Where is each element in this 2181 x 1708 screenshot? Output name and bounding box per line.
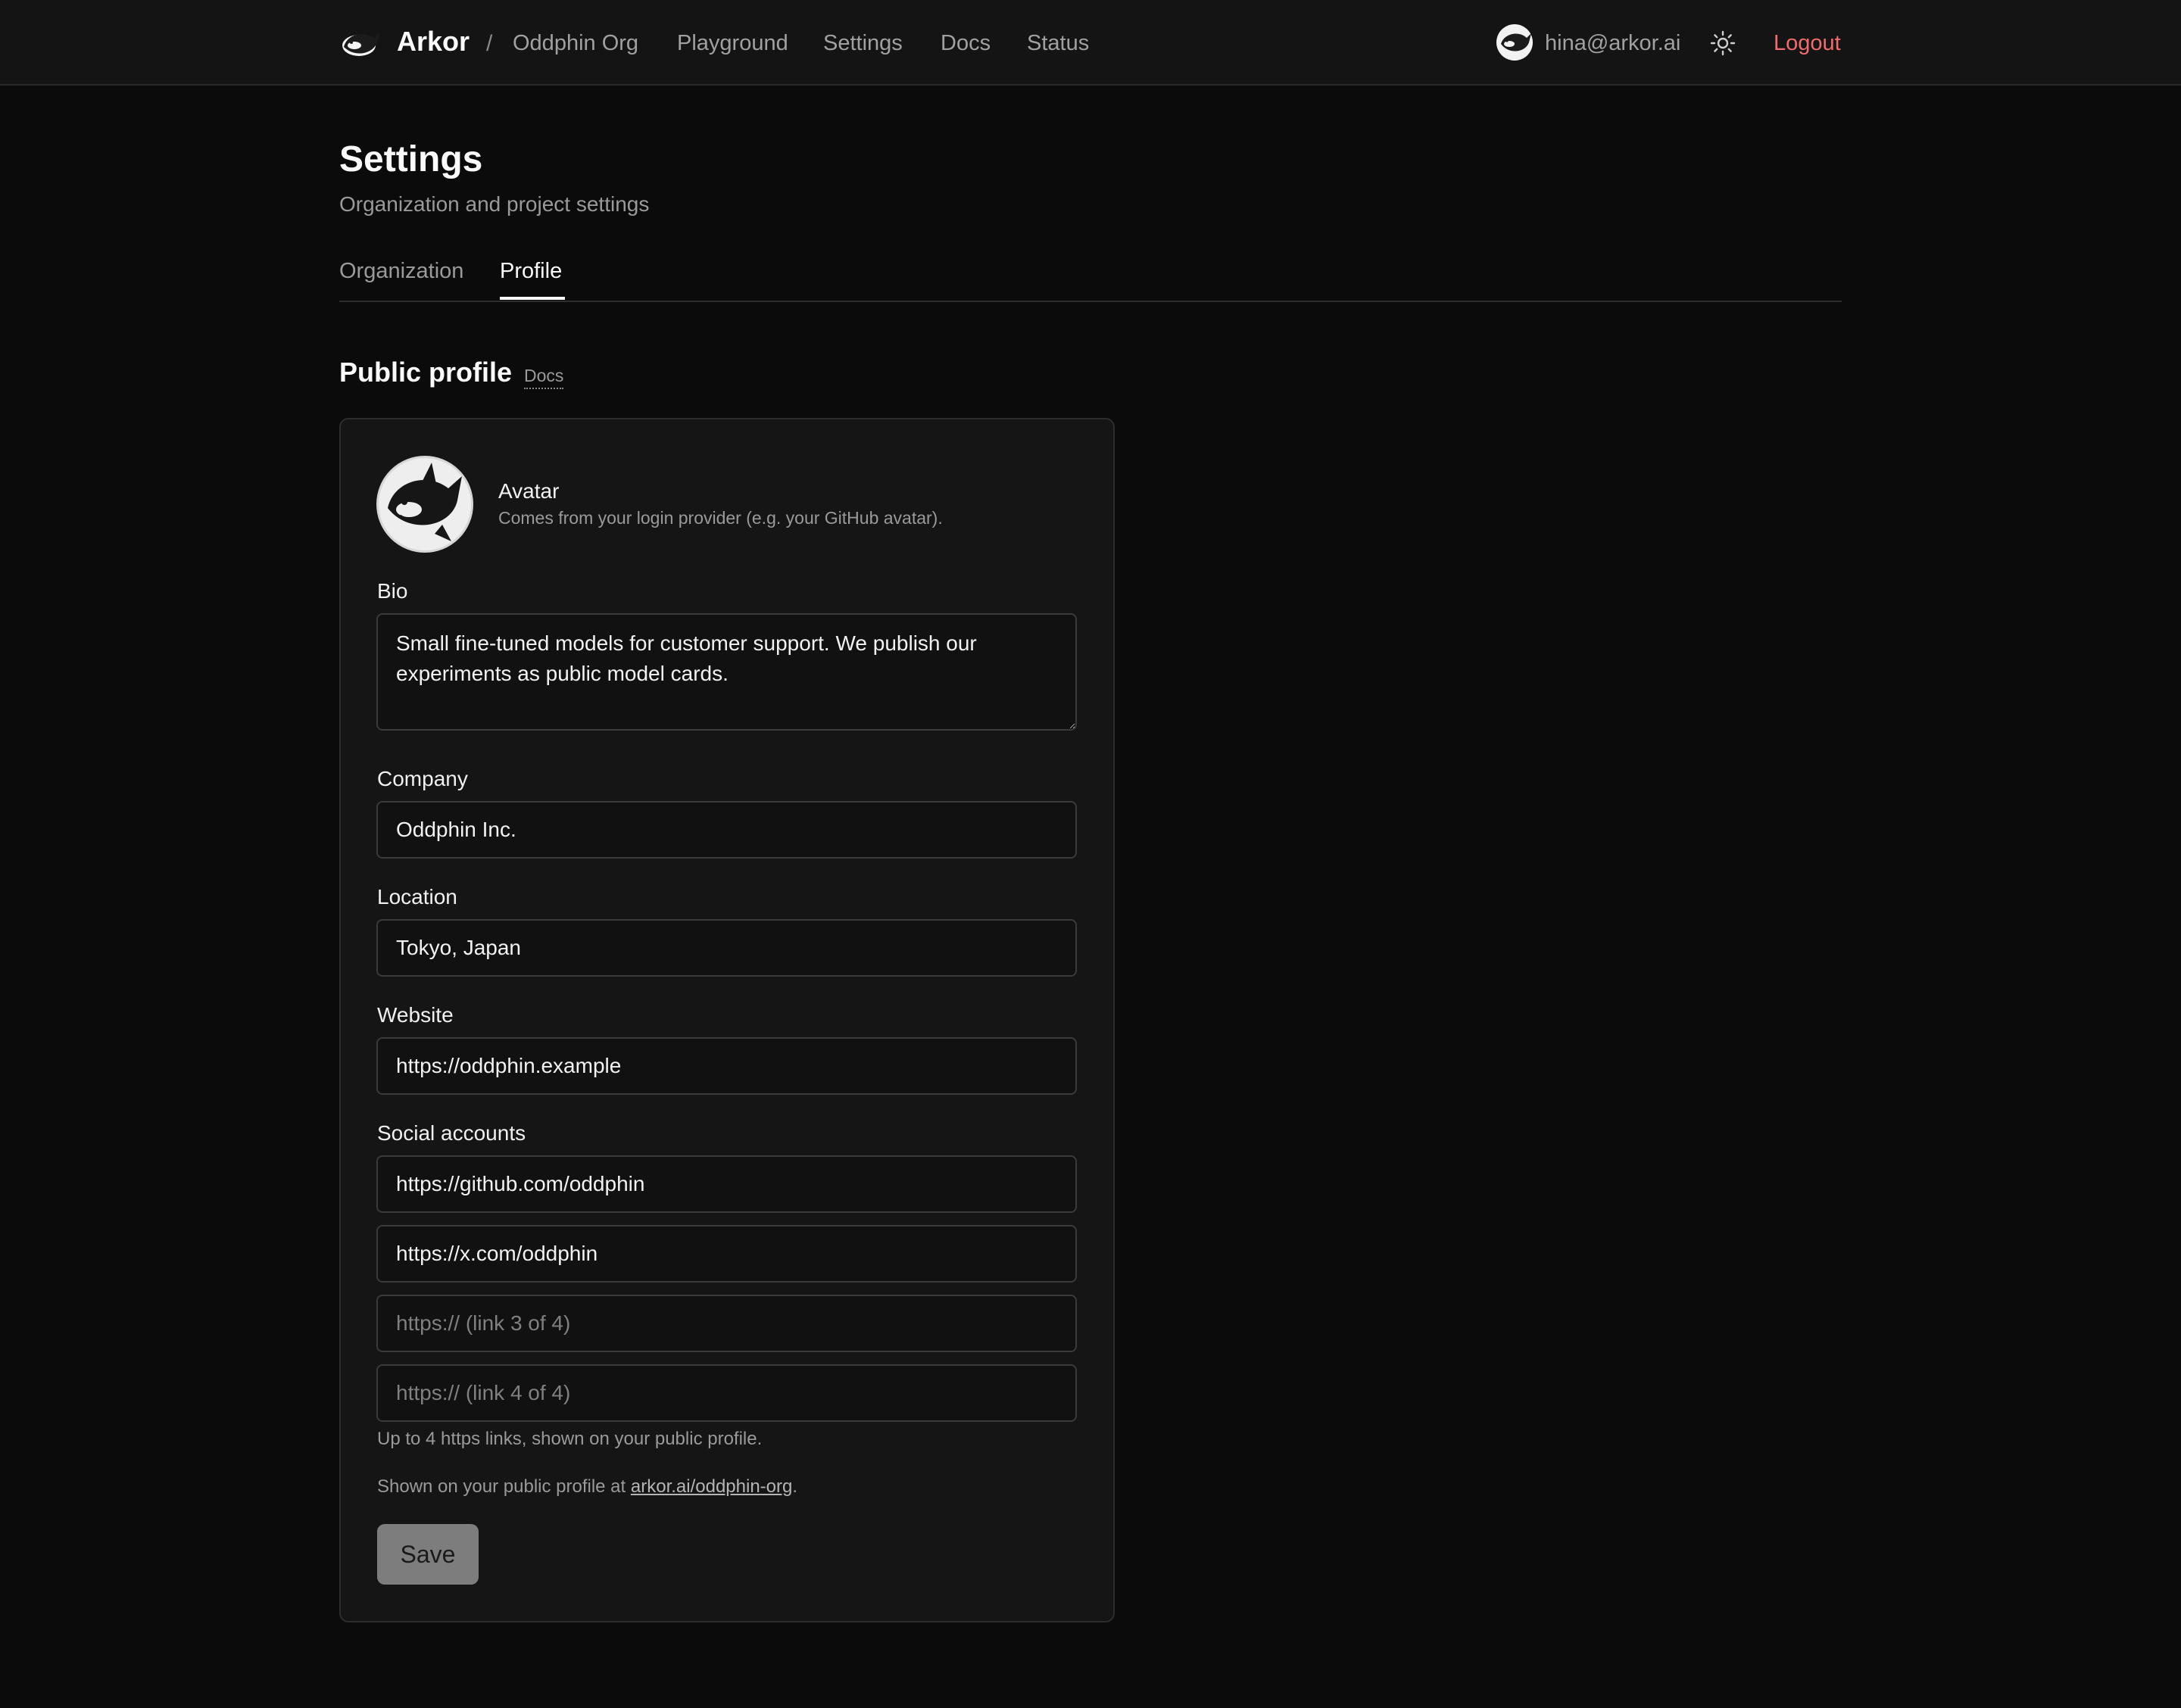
orca-avatar-icon bbox=[1501, 33, 1531, 51]
avatar-help-text: Comes from your login provider (e.g. you… bbox=[498, 508, 943, 528]
save-button[interactable]: Save bbox=[377, 1524, 479, 1585]
brand-name[interactable]: Arkor bbox=[397, 24, 470, 59]
tab-profile[interactable]: Profile bbox=[500, 256, 562, 286]
location-input[interactable] bbox=[376, 919, 1077, 977]
orca-logo-icon[interactable] bbox=[339, 24, 382, 62]
tabs-divider bbox=[339, 301, 1842, 302]
bio-textarea[interactable]: Small fine-tuned models for customer sup… bbox=[376, 613, 1077, 731]
tab-organization[interactable]: Organization bbox=[339, 256, 463, 286]
social-accounts-label: Social accounts bbox=[377, 1121, 526, 1145]
section-title: Public profile bbox=[339, 357, 513, 388]
user-avatar[interactable] bbox=[1496, 24, 1533, 61]
section-docs-link[interactable]: Docs bbox=[524, 363, 564, 389]
company-label: Company bbox=[377, 767, 468, 790]
public-profile-link[interactable]: arkor.ai/oddphin-org bbox=[631, 1476, 792, 1497]
nav-link-playground[interactable]: Playground bbox=[677, 28, 788, 58]
top-navigation-bar: Arkor / Oddphin Org Playground Settings … bbox=[0, 0, 2181, 86]
social-help-text: Up to 4 https links, shown on your publi… bbox=[377, 1429, 763, 1449]
orca-avatar-icon bbox=[388, 463, 462, 541]
social-link-2-input[interactable] bbox=[376, 1225, 1077, 1283]
website-label: Website bbox=[377, 1003, 454, 1027]
location-label: Location bbox=[377, 885, 457, 909]
social-link-4-input[interactable] bbox=[376, 1364, 1077, 1422]
user-email[interactable]: hina@arkor.ai bbox=[1545, 28, 1680, 58]
nav-link-settings[interactable]: Settings bbox=[823, 28, 903, 58]
public-note-suffix: . bbox=[792, 1476, 798, 1497]
public-profile-note: Shown on your public profile at arkor.ai… bbox=[377, 1474, 797, 1500]
page-subtitle: Organization and project settings bbox=[339, 192, 650, 216]
company-input[interactable] bbox=[376, 801, 1077, 859]
profile-avatar bbox=[376, 456, 473, 553]
breadcrumb-org[interactable]: Oddphin Org bbox=[513, 28, 638, 58]
sun-icon[interactable] bbox=[1710, 30, 1736, 56]
public-note-prefix: Shown on your public profile at bbox=[377, 1476, 631, 1497]
logout-link[interactable]: Logout bbox=[1774, 28, 1841, 58]
active-tab-indicator bbox=[500, 297, 565, 300]
bio-label: Bio bbox=[377, 579, 408, 603]
avatar-label: Avatar bbox=[498, 479, 560, 503]
nav-link-status[interactable]: Status bbox=[1027, 28, 1089, 58]
page-title: Settings bbox=[339, 139, 483, 179]
website-input[interactable] bbox=[376, 1037, 1077, 1095]
breadcrumb-separator: / bbox=[486, 31, 493, 56]
social-link-3-input[interactable] bbox=[376, 1295, 1077, 1352]
social-link-1-input[interactable] bbox=[376, 1155, 1077, 1213]
nav-link-docs[interactable]: Docs bbox=[941, 28, 991, 58]
